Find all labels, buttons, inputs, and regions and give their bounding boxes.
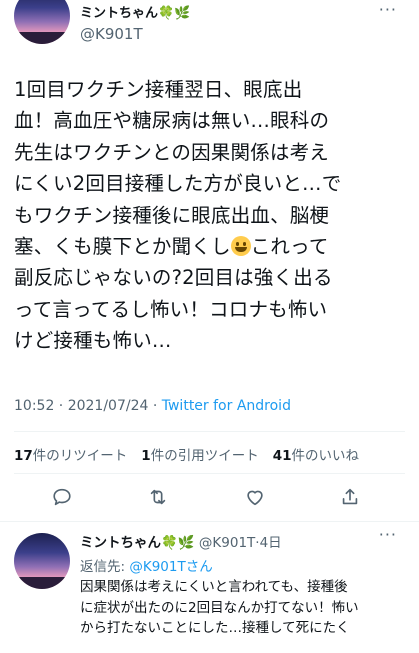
tweet-header: ミントちゃん🍀🌿 @K901T ··· [0, 0, 419, 60]
user-handle[interactable]: @K901T [80, 25, 143, 43]
reply-header: ミントちゃん🍀🌿 @K901T·4日 [80, 531, 282, 551]
likes-label: 件のいいね [291, 448, 360, 464]
divider [14, 473, 405, 474]
source-link[interactable]: Twitter for Android [162, 398, 291, 414]
tweet-text: 1回目ワクチン接種翌日、眼底出 血！高血圧や糖尿病は無い…眼科の 先生はワクチン… [14, 74, 406, 357]
avatar[interactable] [14, 0, 70, 44]
timestamp[interactable]: 10:52 · 2021/07/24 · [14, 398, 162, 414]
tweet-text-line: 1回目ワクチン接種翌日、眼底出 [14, 78, 303, 101]
like-button[interactable] [241, 483, 269, 511]
likes-stat[interactable]: 41件のいいね [273, 448, 359, 464]
replying-to: 返信先: @K901Tさん [80, 555, 213, 575]
reply-text-line: に症状が出たのに2回目なんか打てない！怖い [80, 599, 359, 616]
tweet-text-line: 塞、くも膜下とか聞くし これって [14, 231, 406, 262]
reply-text-line: 因果関係は考えにくいと言われても、接種後 [80, 579, 348, 595]
reply-text: 因果関係は考えにくいと言われても、接種後 に症状が出たのに2回目なんか打てない！… [80, 577, 410, 639]
like-icon [247, 490, 263, 506]
reply-button[interactable] [48, 483, 76, 511]
divider [14, 431, 405, 432]
more-options-icon[interactable]: ··· [379, 525, 397, 544]
replying-to-label: 返信先: [80, 559, 130, 575]
quotes-count: 1 [141, 448, 151, 464]
reply-text-line: から打たないことにした…接種して死にたく [80, 620, 350, 636]
retweets-label: 件のリツイート [32, 448, 128, 464]
quotes-stat[interactable]: 1件の引用ツイート [141, 448, 258, 464]
share-icon [342, 488, 358, 505]
tweet-text-line: けど接種も怖い… [14, 329, 172, 353]
tweet-text-line: って言ってるし怖い！コロナも怖い [14, 297, 328, 321]
tweet-meta: 10:52 · 2021/07/24 · Twitter for Android [14, 398, 291, 414]
likes-count: 41 [272, 448, 292, 464]
action-bar [0, 483, 419, 515]
avatar[interactable] [14, 533, 70, 589]
reply-icon [53, 488, 71, 506]
tweet-text-line: 副反応じゃないの?2回目は強く出る [14, 266, 333, 290]
retweets-stat[interactable]: 17件のリツイート [14, 448, 127, 464]
tweet-text-segment: これって [250, 235, 329, 259]
reply-tweet[interactable]: ミントちゃん🍀🌿 @K901T·4日 ··· 返信先: @K901Tさん 因果関… [0, 521, 419, 653]
engagement-stats: 17件のリツイート 1件の引用ツイート 41件のいいね [14, 444, 359, 464]
share-button[interactable] [336, 483, 364, 511]
retweet-icon [150, 489, 166, 505]
user-handle-time[interactable]: @K901T·4日 [199, 535, 282, 551]
tweet-text-line: もワクチン接種後に眼底出血、脳梗 [14, 203, 330, 227]
replying-to-handle[interactable]: @K901Tさん [129, 559, 212, 575]
retweet-button[interactable] [144, 483, 172, 511]
retweets-count: 17 [14, 448, 33, 464]
tweet-text-segment: 塞、くも膜下とか聞くし [14, 235, 231, 259]
display-name[interactable]: ミントちゃん🍀🌿 [80, 535, 195, 551]
quotes-label: 件の引用ツイート [150, 448, 259, 464]
tweet-text-line: 先生はワクチンとの因果関係は考え [14, 140, 330, 164]
more-options-icon[interactable]: ··· [379, 0, 397, 19]
tweet-text-line: にくい2回目接種した方が良いと…で [14, 172, 342, 196]
grinning-sweat-emoji-icon [230, 236, 251, 257]
tweet-text-line: 血！高血圧や糖尿病は無い…眼科の [14, 109, 330, 133]
display-name[interactable]: ミントちゃん🍀🌿 [80, 2, 190, 21]
